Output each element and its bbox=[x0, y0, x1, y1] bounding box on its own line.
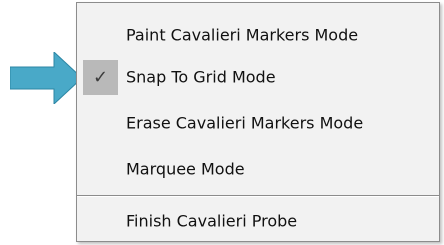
menu-item-paint-cavalieri-markers-mode[interactable]: Paint Cavalieri Markers Mode bbox=[77, 13, 439, 57]
arrow-right-icon bbox=[10, 52, 83, 104]
menu-item-label: Finish Cavalieri Probe bbox=[126, 211, 298, 231]
context-menu: Paint Cavalieri Markers Mode ✓ Snap To G… bbox=[76, 2, 440, 242]
screenshot-stage: Paint Cavalieri Markers Mode ✓ Snap To G… bbox=[0, 0, 444, 245]
menu-item-label: Erase Cavalieri Markers Mode bbox=[126, 113, 364, 133]
menu-item-erase-cavalieri-markers-mode[interactable]: Erase Cavalieri Markers Mode bbox=[77, 101, 439, 145]
checkmark-icon: ✓ bbox=[92, 67, 109, 88]
menu-item-snap-to-grid-mode[interactable]: ✓ Snap To Grid Mode bbox=[77, 55, 439, 99]
checked-indicator: ✓ bbox=[83, 60, 118, 95]
menu-item-finish-cavalieri-probe[interactable]: Finish Cavalieri Probe bbox=[77, 199, 439, 243]
menu-separator-highlight bbox=[77, 196, 439, 197]
menu-item-marquee-mode[interactable]: Marquee Mode bbox=[77, 147, 439, 191]
menu-item-label: Paint Cavalieri Markers Mode bbox=[126, 25, 359, 45]
menu-item-label: Snap To Grid Mode bbox=[126, 67, 276, 87]
menu-item-label: Marquee Mode bbox=[126, 159, 245, 179]
